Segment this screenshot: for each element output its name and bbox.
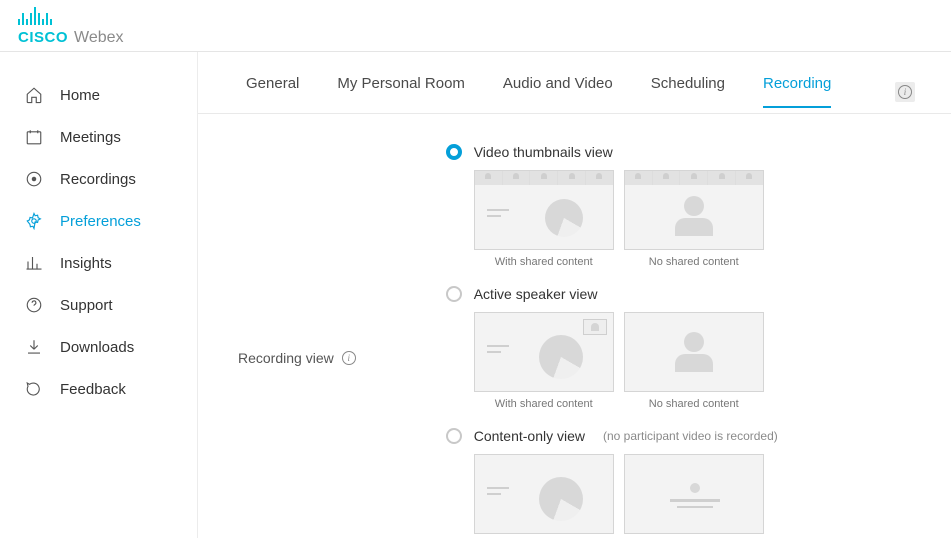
- sidebar-item-label: Support: [60, 297, 113, 314]
- thumb-preview-with-content: [474, 170, 614, 250]
- option-subtext: (no participant video is recorded): [603, 429, 778, 443]
- gear-icon: [24, 211, 44, 231]
- sidebar-item-meetings[interactable]: Meetings: [0, 116, 197, 158]
- calendar-icon: [24, 127, 44, 147]
- app-header: CISCO Webex: [0, 0, 951, 52]
- option-active-speaker: Active speaker view With shared content: [446, 286, 931, 410]
- thumb-caption: No shared content: [624, 398, 764, 410]
- sidebar-item-label: Feedback: [60, 381, 126, 398]
- cisco-bars-icon: [18, 5, 52, 25]
- option-title: Video thumbnails view: [474, 144, 613, 160]
- thumb-preview-no-content: [624, 312, 764, 392]
- record-icon: [24, 169, 44, 189]
- bar-chart-icon: [24, 253, 44, 273]
- cisco-webex-logo: CISCO Webex: [18, 5, 124, 47]
- option-video-thumbnails: Video thumbnails view With shared conten…: [446, 144, 931, 268]
- sidebar: Home Meetings Recordings Preferences Ins…: [0, 52, 198, 538]
- sidebar-item-feedback[interactable]: Feedback: [0, 368, 197, 410]
- logo-cisco-text: CISCO: [18, 29, 68, 46]
- sidebar-item-preferences[interactable]: Preferences: [0, 200, 197, 242]
- thumb-caption: No shared content: [624, 256, 764, 268]
- thumb-preview-with-content: [474, 454, 614, 534]
- section-label: Recording view i: [238, 144, 356, 538]
- tab-recording[interactable]: Recording: [763, 75, 831, 108]
- thumb-preview-with-content: [474, 312, 614, 392]
- thumb-caption: With shared content: [474, 398, 614, 410]
- home-icon: [24, 85, 44, 105]
- tab-audio-video[interactable]: Audio and Video: [503, 75, 613, 108]
- radio-content-only[interactable]: [446, 428, 462, 444]
- option-title: Active speaker view: [474, 286, 598, 302]
- option-content-only: Content-only view (no participant video …: [446, 428, 931, 538]
- thumb-caption: With shared content: [474, 256, 614, 268]
- info-icon: i: [898, 85, 912, 99]
- download-icon: [24, 337, 44, 357]
- sidebar-item-downloads[interactable]: Downloads: [0, 326, 197, 368]
- sidebar-item-recordings[interactable]: Recordings: [0, 158, 197, 200]
- sidebar-item-insights[interactable]: Insights: [0, 242, 197, 284]
- sidebar-item-support[interactable]: Support: [0, 284, 197, 326]
- tab-general[interactable]: General: [246, 75, 299, 108]
- sidebar-item-label: Recordings: [60, 171, 136, 188]
- tab-scheduling[interactable]: Scheduling: [651, 75, 725, 108]
- radio-video-thumbnails[interactable]: [446, 144, 462, 160]
- sidebar-item-label: Downloads: [60, 339, 134, 356]
- thumb-preview-no-content: [624, 454, 764, 534]
- logo-webex-text: Webex: [74, 29, 124, 47]
- help-icon: [24, 295, 44, 315]
- info-button[interactable]: i: [895, 82, 915, 102]
- chat-icon: [24, 379, 44, 399]
- sidebar-item-label: Preferences: [60, 213, 141, 230]
- tabs-bar: General My Personal Room Audio and Video…: [198, 52, 951, 114]
- sidebar-item-label: Insights: [60, 255, 112, 272]
- sidebar-item-label: Meetings: [60, 129, 121, 146]
- main-content: General My Personal Room Audio and Video…: [198, 52, 951, 538]
- thumb-preview-no-content: [624, 170, 764, 250]
- section-label-text: Recording view: [238, 350, 334, 366]
- radio-active-speaker[interactable]: [446, 286, 462, 302]
- sidebar-item-label: Home: [60, 87, 100, 104]
- tab-personal-room[interactable]: My Personal Room: [337, 75, 465, 108]
- option-title: Content-only view: [474, 428, 585, 444]
- sidebar-item-home[interactable]: Home: [0, 74, 197, 116]
- info-icon[interactable]: i: [342, 351, 356, 365]
